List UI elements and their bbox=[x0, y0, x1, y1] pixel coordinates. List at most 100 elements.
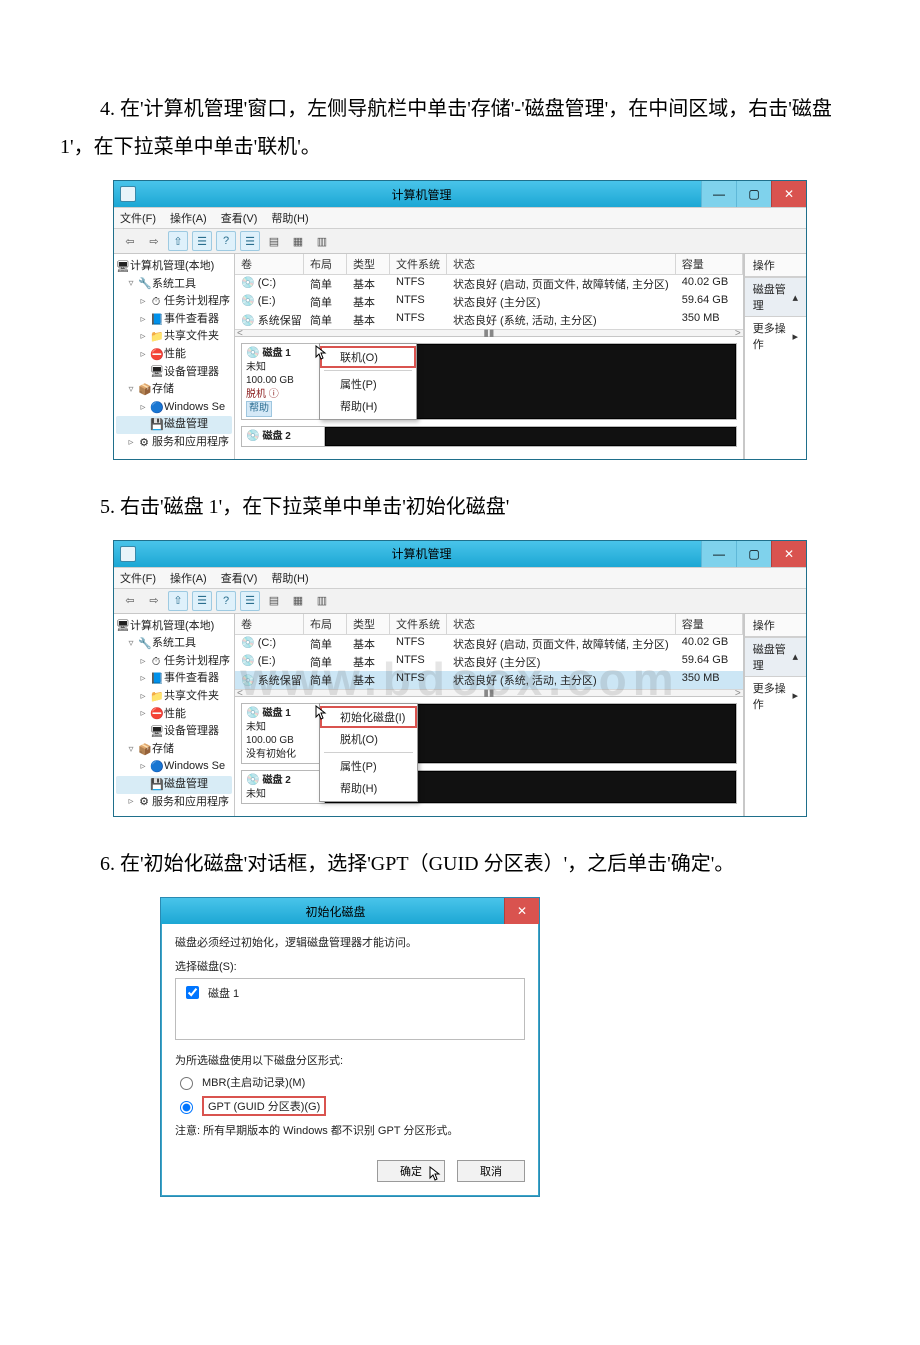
nav-device-manager[interactable]: 🖥设备管理器 bbox=[116, 723, 232, 741]
minimize-button[interactable]: — bbox=[701, 541, 736, 567]
radio-gpt[interactable]: GPT (GUID 分区表)(G) bbox=[175, 1096, 525, 1116]
horizontal-scrollbar[interactable]: <▮▮> bbox=[235, 689, 743, 697]
col-capacity[interactable]: 容量 bbox=[676, 254, 743, 274]
nav-task-scheduler[interactable]: ▹⏱任务计划程序 bbox=[116, 293, 232, 311]
refresh-icon[interactable]: ☰ bbox=[240, 591, 260, 611]
forward-button[interactable]: ⇨ bbox=[144, 591, 164, 611]
maximize-button[interactable]: ▢ bbox=[736, 181, 771, 207]
properties-icon[interactable]: ▤ bbox=[264, 231, 284, 251]
menu-view[interactable]: 查看(V) bbox=[221, 210, 258, 226]
help-link[interactable]: 帮助 bbox=[246, 401, 272, 417]
nav-disk-management[interactable]: 💾磁盘管理 bbox=[116, 416, 232, 434]
col-type[interactable]: 类型 bbox=[347, 614, 390, 634]
horizontal-scrollbar[interactable]: <▮▮> bbox=[235, 329, 743, 337]
col-layout[interactable]: 布局 bbox=[304, 254, 347, 274]
up-icon[interactable]: ⇧ bbox=[168, 591, 188, 611]
back-button[interactable]: ⇦ bbox=[120, 591, 140, 611]
show-tree-icon[interactable]: ☰ bbox=[192, 591, 212, 611]
list-icon[interactable]: ▦ bbox=[288, 591, 308, 611]
volume-row[interactable]: 💿 (C:) 简单 基本 NTFS 状态良好 (启动, 页面文件, 故障转储, … bbox=[235, 635, 743, 653]
nav-system-tools[interactable]: ▿🔧系统工具 bbox=[116, 635, 232, 653]
disk-select-list[interactable]: 磁盘 1 bbox=[175, 978, 525, 1040]
col-type[interactable]: 类型 bbox=[347, 254, 390, 274]
forward-button[interactable]: ⇨ bbox=[144, 231, 164, 251]
properties-icon[interactable]: ▤ bbox=[264, 591, 284, 611]
col-fs[interactable]: 文件系统 bbox=[390, 254, 447, 274]
volume-row[interactable]: 💿 系统保留 简单 基本 NTFS 状态良好 (系统, 活动, 主分区) 350… bbox=[235, 311, 743, 329]
nav-windows-server[interactable]: ▹🔵Windows Se bbox=[116, 399, 232, 417]
close-button[interactable]: ✕ bbox=[504, 898, 539, 924]
disk-2-row[interactable]: 💿 磁盘 2 bbox=[241, 426, 737, 447]
menu-file[interactable]: 文件(F) bbox=[120, 210, 156, 226]
menu-help[interactable]: 帮助(H) bbox=[320, 395, 416, 417]
radio-mbr[interactable]: MBR(主启动记录)(M) bbox=[175, 1074, 525, 1090]
actions-more[interactable]: 更多操作▸ bbox=[745, 317, 806, 355]
disk-checkbox-1[interactable]: 磁盘 1 bbox=[182, 983, 518, 1002]
close-button[interactable]: ✕ bbox=[771, 541, 806, 567]
menu-online[interactable]: 联机(O) bbox=[320, 346, 416, 368]
menu-action[interactable]: 操作(A) bbox=[170, 210, 207, 226]
col-fs[interactable]: 文件系统 bbox=[390, 614, 447, 634]
volume-row[interactable]: 💿 (E:) 简单 基本 NTFS 状态良好 (主分区) 59.64 GB bbox=[235, 293, 743, 311]
volume-row-selected[interactable]: 💿 系统保留 简单 基本 NTFS 状态良好 (系统, 活动, 主分区) 350… bbox=[235, 671, 743, 689]
ok-button[interactable]: 确定 bbox=[377, 1160, 445, 1182]
menu-view[interactable]: 查看(V) bbox=[221, 570, 258, 586]
menu-file[interactable]: 文件(F) bbox=[120, 570, 156, 586]
maximize-button[interactable]: ▢ bbox=[736, 541, 771, 567]
back-button[interactable]: ⇦ bbox=[120, 231, 140, 251]
actions-disk-mgmt[interactable]: 磁盘管理▴ bbox=[745, 277, 806, 317]
nav-event-viewer[interactable]: ▹📘事件查看器 bbox=[116, 311, 232, 329]
gpt-radio[interactable] bbox=[180, 1101, 193, 1114]
col-status[interactable]: 状态 bbox=[447, 254, 676, 274]
nav-windows-server[interactable]: ▹🔵Windows Se bbox=[116, 758, 232, 776]
menu-help[interactable]: 帮助(H) bbox=[320, 777, 417, 799]
help-icon[interactable]: ? bbox=[216, 591, 236, 611]
details-icon[interactable]: ▥ bbox=[312, 591, 332, 611]
refresh-icon[interactable]: ☰ bbox=[240, 231, 260, 251]
nav-services-apps[interactable]: ▹⚙服务和应用程序 bbox=[116, 434, 232, 452]
nav-services-apps[interactable]: ▹⚙服务和应用程序 bbox=[116, 794, 232, 812]
minimize-button[interactable]: — bbox=[701, 181, 736, 207]
close-button[interactable]: ✕ bbox=[771, 181, 806, 207]
nav-performance[interactable]: ▹⛔性能 bbox=[116, 706, 232, 724]
menu-help[interactable]: 帮助(H) bbox=[271, 570, 308, 586]
col-volume[interactable]: 卷 bbox=[235, 614, 304, 634]
nav-task-scheduler[interactable]: ▹⏱任务计划程序 bbox=[116, 653, 232, 671]
menu-properties[interactable]: 属性(P) bbox=[320, 755, 417, 777]
disk-1-checkbox[interactable] bbox=[186, 986, 199, 999]
menu-offline[interactable]: 脱机(O) bbox=[320, 728, 417, 750]
disk-1-row[interactable]: 💿 磁盘 1 未知 100.00 GB 没有初始化 bbox=[241, 703, 737, 764]
menu-initialize-disk[interactable]: 初始化磁盘(I) bbox=[320, 706, 417, 728]
disk-1-row[interactable]: 💿 磁盘 1 未知 100.00 GB 脱机 ⓘ 帮助 bbox=[241, 343, 737, 420]
nav-root[interactable]: 🖥计算机管理(本地) bbox=[116, 258, 232, 276]
mbr-radio[interactable] bbox=[180, 1077, 193, 1090]
volume-row[interactable]: 💿 (E:) 简单 基本 NTFS 状态良好 (主分区) 59.64 GB bbox=[235, 653, 743, 671]
col-capacity[interactable]: 容量 bbox=[676, 614, 743, 634]
show-tree-icon[interactable]: ☰ bbox=[192, 231, 212, 251]
disk-2-row[interactable]: 💿 磁盘 2 未知 bbox=[241, 770, 737, 804]
volume-row[interactable]: 💿 (C:) 简单 基本 NTFS 状态良好 (启动, 页面文件, 故障转储, … bbox=[235, 275, 743, 293]
nav-shared-folders[interactable]: ▹📁共享文件夹 bbox=[116, 688, 232, 706]
details-icon[interactable]: ▥ bbox=[312, 231, 332, 251]
list-icon[interactable]: ▦ bbox=[288, 231, 308, 251]
nav-disk-management[interactable]: 💾磁盘管理 bbox=[116, 776, 232, 794]
nav-event-viewer[interactable]: ▹📘事件查看器 bbox=[116, 670, 232, 688]
nav-shared-folders[interactable]: ▹📁共享文件夹 bbox=[116, 328, 232, 346]
nav-device-manager[interactable]: 🖥设备管理器 bbox=[116, 364, 232, 382]
col-status[interactable]: 状态 bbox=[447, 614, 676, 634]
col-layout[interactable]: 布局 bbox=[304, 614, 347, 634]
nav-root[interactable]: 🖥计算机管理(本地) bbox=[116, 618, 232, 636]
nav-storage[interactable]: ▿📦存储 bbox=[116, 381, 232, 399]
up-icon[interactable]: ⇧ bbox=[168, 231, 188, 251]
cancel-button[interactable]: 取消 bbox=[457, 1160, 525, 1182]
nav-system-tools[interactable]: ▿🔧系统工具 bbox=[116, 276, 232, 294]
menu-properties[interactable]: 属性(P) bbox=[320, 373, 416, 395]
nav-storage[interactable]: ▿📦存储 bbox=[116, 741, 232, 759]
nav-performance[interactable]: ▹⛔性能 bbox=[116, 346, 232, 364]
menu-help[interactable]: 帮助(H) bbox=[271, 210, 308, 226]
col-volume[interactable]: 卷 bbox=[235, 254, 304, 274]
help-icon[interactable]: ? bbox=[216, 231, 236, 251]
actions-more[interactable]: 更多操作▸ bbox=[745, 677, 806, 715]
menu-action[interactable]: 操作(A) bbox=[170, 570, 207, 586]
actions-disk-mgmt[interactable]: 磁盘管理▴ bbox=[745, 637, 806, 677]
